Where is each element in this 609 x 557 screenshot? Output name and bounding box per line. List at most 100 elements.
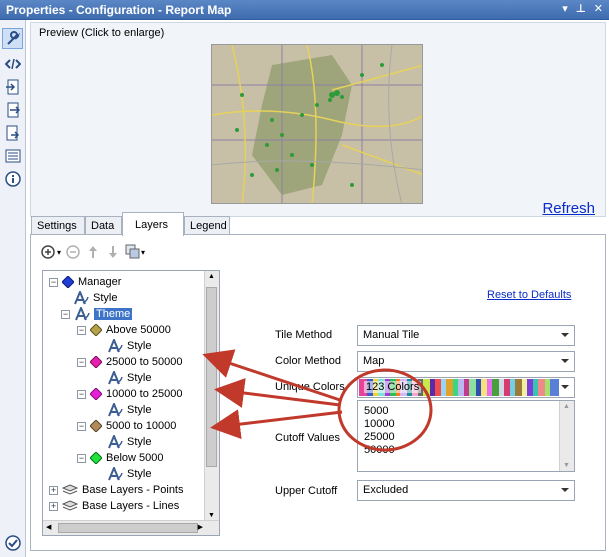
expand-icon[interactable]: + bbox=[49, 501, 58, 511]
tile-method-select[interactable]: Manual Tile bbox=[357, 325, 575, 346]
tree-item-style[interactable]: Style bbox=[107, 434, 151, 450]
reset-defaults-link[interactable]: Reset to Defaults bbox=[487, 289, 571, 301]
preview-panel: Preview (Click to enlarge) Refresh bbox=[30, 22, 606, 217]
style-icon bbox=[108, 371, 123, 385]
collapse-icon[interactable]: − bbox=[77, 325, 86, 335]
input-icon[interactable] bbox=[2, 76, 23, 97]
remove-layer-icon[interactable] bbox=[65, 244, 81, 260]
layers-icon bbox=[62, 484, 78, 495]
collapse-icon[interactable]: − bbox=[77, 421, 86, 431]
tree-item-label: Below 5000 bbox=[106, 452, 164, 464]
scroll-thumb[interactable] bbox=[206, 287, 217, 467]
list-icon[interactable] bbox=[2, 145, 23, 166]
add-layer-icon[interactable] bbox=[41, 244, 57, 260]
tree-item-25000-to-50000[interactable]: − 25000 to 50000 bbox=[77, 354, 182, 370]
diamond-olive-icon bbox=[90, 324, 102, 336]
tree-item-style[interactable]: Style bbox=[107, 338, 151, 354]
cutoff-value: 50000 bbox=[364, 444, 395, 456]
scroll-up-icon[interactable]: ▲ bbox=[208, 273, 215, 280]
upper-cutoff-value: Excluded bbox=[363, 484, 409, 496]
collapse-icon[interactable]: − bbox=[49, 277, 58, 287]
scroll-left-icon[interactable]: ◀ bbox=[46, 523, 51, 531]
pin-icon[interactable]: ⊥ bbox=[576, 2, 586, 15]
tree-item-label: Style bbox=[93, 292, 118, 304]
scroll-down-icon[interactable]: ▼ bbox=[563, 462, 570, 469]
chevron-down-icon bbox=[561, 333, 569, 337]
tree-item-10000-to-25000[interactable]: − 10000 to 25000 bbox=[77, 386, 182, 402]
copy-layer-icon[interactable] bbox=[125, 244, 141, 260]
cutoff-values-textarea[interactable]: 5000 10000 25000 50000 ▲ ▼ bbox=[357, 400, 575, 472]
expand-icon[interactable]: + bbox=[49, 485, 58, 495]
output-icon[interactable] bbox=[2, 99, 23, 120]
tree-item-style[interactable]: Style bbox=[107, 466, 151, 482]
diamond-magenta-icon bbox=[90, 388, 102, 400]
unique-colors-label: Unique Colors bbox=[275, 381, 345, 393]
export-icon[interactable] bbox=[2, 122, 23, 143]
info-icon[interactable] bbox=[2, 168, 23, 189]
tree-item-below-5000[interactable]: − Below 5000 bbox=[77, 450, 164, 466]
chevron-down-icon[interactable]: ▾ bbox=[141, 248, 145, 257]
tab-data[interactable]: Data bbox=[85, 216, 122, 235]
cutoff-value: 10000 bbox=[364, 418, 395, 430]
collapse-icon[interactable]: − bbox=[77, 357, 86, 367]
tree-item-base-layers-lines[interactable]: + Base Layers - Lines bbox=[49, 498, 179, 514]
diamond-brown-icon bbox=[90, 420, 102, 432]
wrench-icon[interactable] bbox=[2, 28, 23, 49]
layers-panel: ▾ ▾ − Manager Style − Theme − Above 5000… bbox=[30, 234, 606, 551]
diamond-green-icon bbox=[90, 452, 102, 464]
tile-method-value: Manual Tile bbox=[363, 329, 420, 341]
unique-colors-select[interactable]: 123 Colors bbox=[357, 377, 575, 398]
collapse-icon[interactable]: − bbox=[77, 389, 86, 399]
color-method-select[interactable]: Map bbox=[357, 351, 575, 372]
tree-item-label: Base Layers - Points bbox=[82, 484, 184, 496]
tree-item-base-layers-points[interactable]: + Base Layers - Points bbox=[49, 482, 184, 498]
refresh-link[interactable]: Refresh bbox=[542, 200, 595, 217]
code-icon[interactable] bbox=[2, 53, 23, 74]
tab-settings[interactable]: Settings bbox=[31, 216, 85, 235]
style-icon bbox=[75, 307, 90, 321]
scroll-right-icon[interactable]: ▶ bbox=[198, 523, 203, 531]
layers-tree[interactable]: − Manager Style − Theme − Above 50000 St… bbox=[42, 270, 220, 536]
left-toolbar bbox=[0, 20, 26, 557]
unique-colors-value: 123 Colors bbox=[364, 381, 422, 393]
tree-horizontal-scrollbar[interactable]: ◀ ▶ bbox=[43, 520, 219, 535]
window-title: Properties - Configuration - Report Map bbox=[6, 3, 232, 17]
collapse-icon[interactable]: − bbox=[61, 309, 70, 319]
cutoff-value: 5000 bbox=[364, 405, 389, 417]
tree-item-label: Theme bbox=[94, 308, 133, 320]
tree-item-style[interactable]: Style bbox=[73, 290, 117, 306]
tree-item-label: 10000 to 25000 bbox=[106, 388, 183, 400]
collapse-icon[interactable]: − bbox=[77, 453, 86, 463]
cutoff-value: 25000 bbox=[364, 431, 395, 443]
tab-layers[interactable]: Layers bbox=[122, 212, 184, 236]
chevron-down-icon[interactable]: ▾ bbox=[57, 248, 61, 257]
diamond-magenta-icon bbox=[90, 356, 102, 368]
tree-item-label: Style bbox=[127, 404, 152, 416]
move-up-icon[interactable] bbox=[85, 244, 101, 260]
style-icon bbox=[108, 467, 123, 481]
tree-item-theme[interactable]: − Theme bbox=[61, 306, 133, 322]
tree-item-5000-to-10000[interactable]: − 5000 to 10000 bbox=[77, 418, 176, 434]
move-down-icon[interactable] bbox=[105, 244, 121, 260]
upper-cutoff-select[interactable]: Excluded bbox=[357, 480, 575, 501]
style-icon bbox=[108, 403, 123, 417]
cutoff-scrollbar[interactable]: ▲ ▼ bbox=[559, 401, 574, 471]
tree-item-manager[interactable]: − Manager bbox=[49, 274, 121, 290]
scroll-up-icon[interactable]: ▲ bbox=[563, 403, 570, 410]
tree-item-above-50000[interactable]: − Above 50000 bbox=[77, 322, 171, 338]
tree-item-label: Style bbox=[127, 372, 152, 384]
tree-item-style[interactable]: Style bbox=[107, 370, 151, 386]
map-preview-image[interactable] bbox=[211, 44, 423, 204]
tree-item-label: Style bbox=[127, 340, 152, 352]
color-method-label: Color Method bbox=[275, 355, 342, 367]
check-icon[interactable] bbox=[2, 532, 23, 553]
scroll-down-icon[interactable]: ▼ bbox=[208, 512, 215, 519]
close-icon[interactable]: ✕ bbox=[594, 2, 603, 15]
preview-label: Preview (Click to enlarge) bbox=[39, 27, 165, 39]
scroll-thumb[interactable] bbox=[58, 523, 198, 533]
tree-item-label: Above 50000 bbox=[106, 324, 171, 336]
tab-legend[interactable]: Legend bbox=[184, 216, 230, 235]
tree-item-style[interactable]: Style bbox=[107, 402, 151, 418]
dropdown-icon[interactable]: ▾ bbox=[562, 2, 568, 15]
tree-vertical-scrollbar[interactable]: ▲ ▼ bbox=[204, 271, 219, 521]
